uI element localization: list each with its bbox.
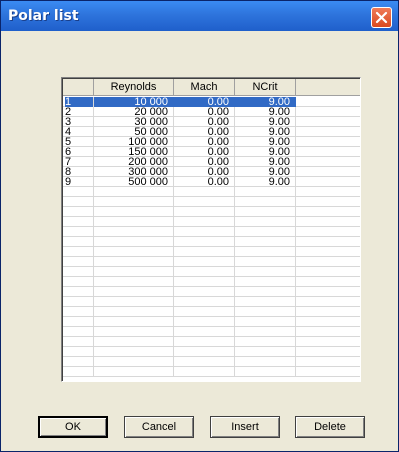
grid-line [63, 356, 360, 357]
grid-line [63, 336, 360, 337]
grid-line [63, 266, 360, 267]
ncrit-cell[interactable]: 9.00 [235, 177, 296, 188]
grid-line [63, 316, 360, 317]
column-header-ncrit[interactable]: NCrit [235, 79, 296, 96]
grid-line [63, 236, 360, 237]
grid-line [63, 296, 360, 297]
grid-body: Reynolds Mach NCrit 1 10 000 0.00 9.00 2 20 0… [62, 78, 360, 381]
polar-list-dialog: Polar list Reynolds Mach NCrit 1 10 000 0.… [0, 0, 399, 452]
grid-line [63, 196, 360, 197]
grid-line [63, 226, 360, 227]
grid-line [63, 286, 360, 287]
column-header-reynolds[interactable]: Reynolds [94, 79, 174, 96]
grid-line [63, 326, 360, 327]
grid-line [63, 376, 360, 377]
grid-line [63, 246, 360, 247]
window-title: Polar list [8, 8, 79, 24]
mach-cell[interactable]: 0.00 [174, 177, 235, 188]
cancel-button[interactable]: Cancel [124, 416, 194, 438]
grid-line [63, 366, 360, 367]
polar-grid[interactable]: Reynolds Mach NCrit 1 10 000 0.00 9.00 2 20 0… [61, 77, 361, 382]
grid-line [63, 276, 360, 277]
close-button[interactable] [371, 7, 392, 28]
column-header-mach[interactable]: Mach [174, 79, 235, 96]
delete-button[interactable]: Delete [295, 416, 365, 438]
ok-button[interactable]: OK [38, 416, 108, 438]
grid-line [63, 256, 360, 257]
column-header-extra[interactable] [296, 79, 360, 96]
grid-line [63, 306, 360, 307]
column-header-index[interactable] [63, 79, 94, 96]
close-icon [375, 11, 388, 24]
reynolds-cell[interactable]: 500 000 [94, 177, 174, 188]
grid-line [63, 206, 360, 207]
title-bar[interactable]: Polar list [1, 1, 398, 31]
grid-line [63, 346, 360, 347]
grid-line [63, 216, 360, 217]
table-row[interactable]: 9 500 000 0.00 9.00 [63, 177, 360, 188]
insert-button[interactable]: Insert [210, 416, 280, 438]
row-index[interactable]: 9 [65, 177, 93, 188]
